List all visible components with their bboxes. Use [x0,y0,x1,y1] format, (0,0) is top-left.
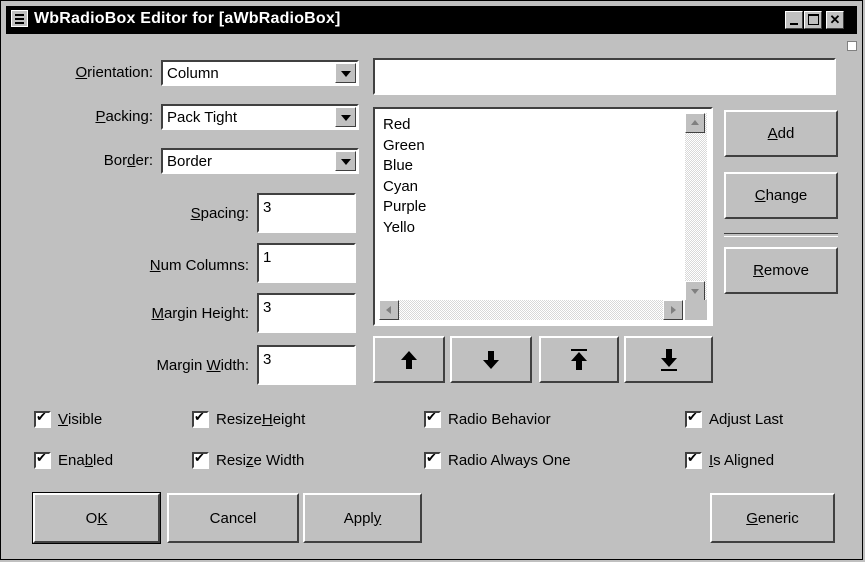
border-label: Border: [103,152,153,169]
orientation-value: Column [167,65,219,82]
cancel-button[interactable]: Cancel [167,493,299,543]
horizontal-scrollbar[interactable] [379,300,683,320]
title-bar: WbRadioBox Editor for [aWbRadioBox] ✕ [6,6,857,34]
up-arrow-icon [401,350,417,369]
move-down-button[interactable] [450,336,532,383]
orientation-combo[interactable]: Column [161,60,359,86]
resize-height-checkbox[interactable]: Resize Height [192,410,305,428]
packing-label: Packing: [95,108,153,125]
close-button[interactable]: ✕ [826,11,844,29]
margin-height-field[interactable]: 3 [257,293,356,333]
resize-grip[interactable] [847,41,857,51]
add-button[interactable]: Add [724,110,838,157]
visible-checkbox[interactable]: Visible [34,410,102,428]
change-button[interactable]: Change [724,172,838,219]
orientation-label: Orientation: [75,64,153,81]
border-value: Border [167,153,213,170]
close-icon: ✕ [829,12,841,27]
items-listbox[interactable]: Red Green Blue Cyan Purple Yello [373,107,713,326]
enabled-checkbox[interactable]: Enabled [34,451,113,469]
check-icon [34,410,51,428]
maximize-button[interactable] [804,11,822,29]
minimize-button[interactable] [785,11,803,29]
check-icon [424,410,441,428]
generic-button[interactable]: Generic [710,493,835,543]
apply-button[interactable]: Appl y [303,493,422,543]
spacing-label: Spacing: [190,205,249,222]
is-aligned-checkbox[interactable]: Is Aligned [685,451,774,469]
resize-width-checkbox[interactable]: Resize Width [192,451,304,469]
move-up-button[interactable] [373,336,445,383]
list-item[interactable]: Green [383,136,426,157]
margin-width-label: Margin Width: [156,357,249,374]
down-arrow-icon [483,350,499,369]
margin-width-field[interactable]: 3 [257,345,356,385]
scroll-corner [685,300,707,320]
check-icon [192,451,209,469]
scroll-up-icon[interactable] [685,113,705,133]
check-icon [424,451,441,469]
window-title: WbRadioBox Editor for [aWbRadioBox] [34,10,341,27]
button-separator [724,233,838,237]
radio-behavior-checkbox[interactable]: Radio Behavior [424,410,551,428]
move-top-button[interactable] [539,336,619,383]
list-item[interactable]: Cyan [383,177,426,198]
list-item[interactable]: Purple [383,197,426,218]
adjust-last-checkbox[interactable]: Adjust Last [685,410,783,428]
item-input[interactable] [373,58,836,95]
scroll-left-icon[interactable] [379,300,399,320]
scroll-right-icon[interactable] [663,300,683,320]
chevron-down-icon[interactable] [335,107,356,127]
minimize-icon [790,23,798,25]
chevron-down-icon[interactable] [335,63,356,83]
radio-always-one-checkbox[interactable]: Radio Always One [424,451,571,469]
border-combo[interactable]: Border [161,148,359,174]
check-icon [34,451,51,469]
maximize-icon [808,14,819,25]
list-item[interactable]: Yello [383,218,426,239]
top-arrow-icon [571,348,587,370]
packing-combo[interactable]: Pack Tight [161,104,359,130]
move-bottom-button[interactable] [624,336,713,383]
ok-button[interactable]: OK [32,492,161,544]
items-list: Red Green Blue Cyan Purple Yello [383,115,426,238]
list-item[interactable]: Blue [383,156,426,177]
vertical-scrollbar[interactable] [685,113,707,301]
num-columns-field[interactable]: 1 [257,243,356,283]
margin-height-label: Margin Height: [151,305,249,322]
check-icon [685,410,702,428]
bottom-arrow-icon [660,348,677,371]
editor-window: WbRadioBox Editor for [aWbRadioBox] ✕ Or… [0,0,863,560]
chevron-down-icon[interactable] [335,151,356,171]
num-columns-label: Num Columns: [149,257,249,274]
check-icon [192,410,209,428]
system-menu-icon[interactable] [11,10,28,27]
list-item[interactable]: Red [383,115,426,136]
spacing-field[interactable]: 3 [257,193,356,233]
remove-button[interactable]: Remove [724,247,838,294]
scroll-down-icon[interactable] [685,281,705,301]
packing-value: Pack Tight [167,109,238,126]
check-icon [685,451,702,469]
